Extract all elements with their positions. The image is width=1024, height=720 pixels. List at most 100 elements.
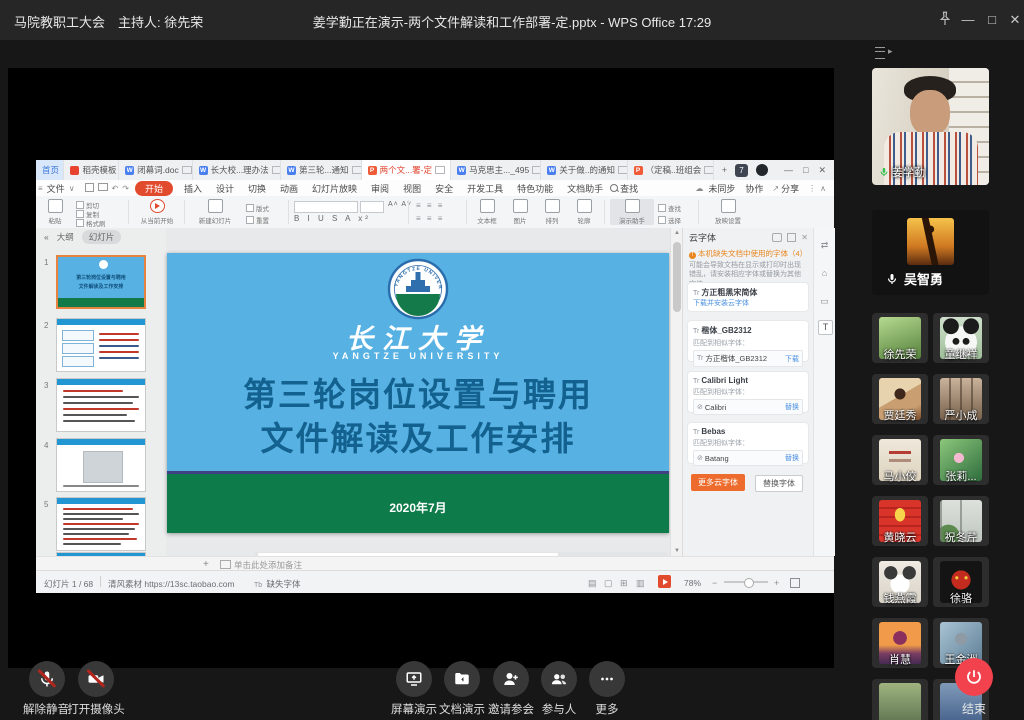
invite-button[interactable]	[493, 661, 529, 697]
menu-design[interactable]: 设计	[209, 182, 241, 195]
zoom-level[interactable]: 78%	[684, 578, 701, 588]
fit-window-icon[interactable]	[790, 578, 800, 588]
hamburger-icon[interactable]: ≡	[36, 184, 45, 193]
image-button[interactable]: 图片	[506, 199, 534, 225]
find-button[interactable]: 查找	[658, 203, 681, 213]
slides-tab[interactable]: 幻灯片	[82, 230, 122, 244]
slideshow-settings-button[interactable]: 放映设置	[706, 199, 750, 225]
new-slide-plus[interactable]: +	[203, 559, 209, 570]
collapse-sidebar-button[interactable]: ▸	[875, 45, 895, 59]
more-vertical-icon[interactable]: ⋮	[806, 184, 818, 193]
presentation-assistant-button[interactable]: 演示助手	[610, 199, 654, 225]
font-format-row[interactable]: B I U S A x²	[294, 214, 371, 223]
wps-tab-doc5[interactable]: W关于做..的通知	[541, 160, 627, 180]
slide-thumbnail-1[interactable]: 第三轮岗位设置与聘用 文件解读及工作安排	[56, 255, 146, 309]
download-install-link[interactable]: 下载并安装云字体	[693, 298, 803, 308]
view-browse-icon[interactable]: ▥	[636, 578, 645, 589]
outline-button[interactable]: 轮廓	[570, 199, 598, 225]
new-slide-button[interactable]: 新建幻灯片	[190, 199, 240, 225]
active-speaker-tile[interactable]: 吴智勇	[872, 210, 989, 295]
participant-tile[interactable]: 贾廷秀	[872, 374, 928, 424]
participant-tile[interactable]: 徐先荣	[872, 313, 928, 363]
minimize-button[interactable]: —	[957, 11, 979, 29]
participant-tile[interactable]: 张莉...	[933, 435, 989, 485]
material-link[interactable]: 清风素材 https://13sc.taobao.com	[108, 578, 235, 590]
scrollbar-thumb[interactable]	[673, 242, 681, 312]
menu-review[interactable]: 审阅	[364, 182, 396, 195]
new-tab-button[interactable]: +	[722, 165, 727, 175]
scroll-down-icon[interactable]: ▼	[673, 548, 681, 554]
menu-devtools[interactable]: 开发工具	[460, 182, 510, 195]
wps-tab-ppt2[interactable]: P（定稿..班组会	[628, 160, 714, 180]
menu-start[interactable]: 开始	[135, 181, 173, 196]
collapse-panel-icon[interactable]: «	[44, 232, 49, 242]
redo-icon[interactable]: ↷	[120, 184, 131, 193]
participant-tile[interactable]: 徐骆	[933, 557, 989, 607]
match-font-row[interactable]: ⊘Calibri替换	[693, 399, 803, 415]
save-icon[interactable]	[83, 183, 96, 194]
undo-icon[interactable]: ↶	[110, 184, 121, 193]
unmute-button[interactable]	[29, 661, 65, 697]
comment-icon[interactable]	[772, 233, 782, 242]
wps-tab-home[interactable]: 首页	[36, 160, 64, 180]
textbox-button[interactable]: 文本框	[472, 199, 502, 225]
share-button[interactable]: 分享	[781, 182, 806, 195]
end-meeting-button[interactable]	[955, 658, 993, 696]
zoom-knob[interactable]	[744, 578, 754, 588]
slide-thumbnail-3[interactable]	[56, 378, 146, 432]
print-icon[interactable]	[96, 183, 110, 193]
participant-tile[interactable]: 黄晓云	[872, 496, 928, 546]
participants-button[interactable]	[541, 661, 577, 697]
menu-features[interactable]: 特色功能	[510, 182, 560, 195]
menu-file[interactable]: 文件	[45, 182, 67, 195]
wps-tab-doc4[interactable]: W马克思主..._495	[451, 160, 541, 180]
replace-font-button[interactable]: 替换字体	[755, 475, 803, 492]
tab-count-badge[interactable]: 7	[735, 164, 748, 177]
font-size-box[interactable]	[360, 201, 384, 213]
missing-font-status[interactable]: Tb 缺失字体	[254, 578, 301, 590]
pin-icon[interactable]	[936, 10, 954, 31]
replace-link[interactable]: 替换	[785, 402, 799, 412]
menu-doc-assistant[interactable]: 文档助手	[560, 182, 610, 195]
slide-thumbnail-5[interactable]	[56, 497, 146, 551]
scroll-up-icon[interactable]: ▲	[673, 230, 681, 236]
properties-icon[interactable]: ⇄	[818, 240, 831, 251]
wps-tab-doc1[interactable]: W闭幕词.doc	[119, 160, 192, 180]
collaborate-button[interactable]: 协作	[738, 182, 770, 195]
wps-tab-doc2[interactable]: W长大校...理办法	[193, 160, 281, 180]
screen-share-button[interactable]	[396, 661, 432, 697]
chat-icon[interactable]: ▭	[818, 296, 831, 307]
participant-tile[interactable]: 肖慧	[872, 618, 928, 668]
menu-animation[interactable]: 动画	[273, 182, 305, 195]
view-normal-icon[interactable]: ▤	[588, 578, 597, 589]
match-font-row[interactable]: Tr方正楷体_GB2312下载	[693, 350, 803, 367]
participant-tile-partial[interactable]	[872, 679, 928, 720]
wps-tab-doc3[interactable]: W第三轮...通知	[281, 160, 362, 180]
maximize-button[interactable]: □	[981, 11, 1003, 29]
play-from-current-button[interactable]: 从当前开始	[134, 199, 180, 225]
font-tool-icon[interactable]: T	[818, 320, 833, 335]
participant-tile[interactable]: 马小佼	[872, 435, 928, 485]
participant-tile[interactable]: 钱燕霞	[872, 557, 928, 607]
participant-tile[interactable]: 严小成	[933, 374, 989, 424]
match-font-row[interactable]: ⊘Batang替换	[693, 450, 803, 466]
menu-view[interactable]: 视图	[396, 182, 428, 195]
presenter-video[interactable]: 姜学勤	[872, 68, 989, 185]
camera-on-button[interactable]	[78, 661, 114, 697]
replace-link[interactable]: 替换	[785, 453, 799, 463]
play-slideshow-button[interactable]	[658, 575, 671, 588]
outline-tab[interactable]: 大纲	[57, 231, 74, 243]
slide-thumbnail-4[interactable]	[56, 438, 146, 492]
paste-button[interactable]: 粘贴	[40, 199, 70, 225]
current-slide[interactable]: YANGTZE UNIVERSITY 长江大学 YANGTZE UNIVERSI…	[167, 253, 669, 533]
layout-button[interactable]: 版式	[246, 203, 269, 213]
zoom-in-icon[interactable]: +	[774, 578, 779, 588]
more-cloud-fonts-button[interactable]: 更多云字体	[691, 474, 745, 491]
menu-insert[interactable]: 插入	[177, 182, 209, 195]
participant-tile[interactable]: 童继祥	[933, 313, 989, 363]
zoom-out-icon[interactable]: −	[712, 578, 717, 588]
format-painter-button[interactable]: 格式刷	[76, 218, 106, 228]
list-align-row2[interactable]: ≡ ≡ ≡	[416, 214, 444, 223]
arrange-button[interactable]: 排列	[538, 199, 566, 225]
sync-status[interactable]: 未同步	[705, 182, 738, 195]
